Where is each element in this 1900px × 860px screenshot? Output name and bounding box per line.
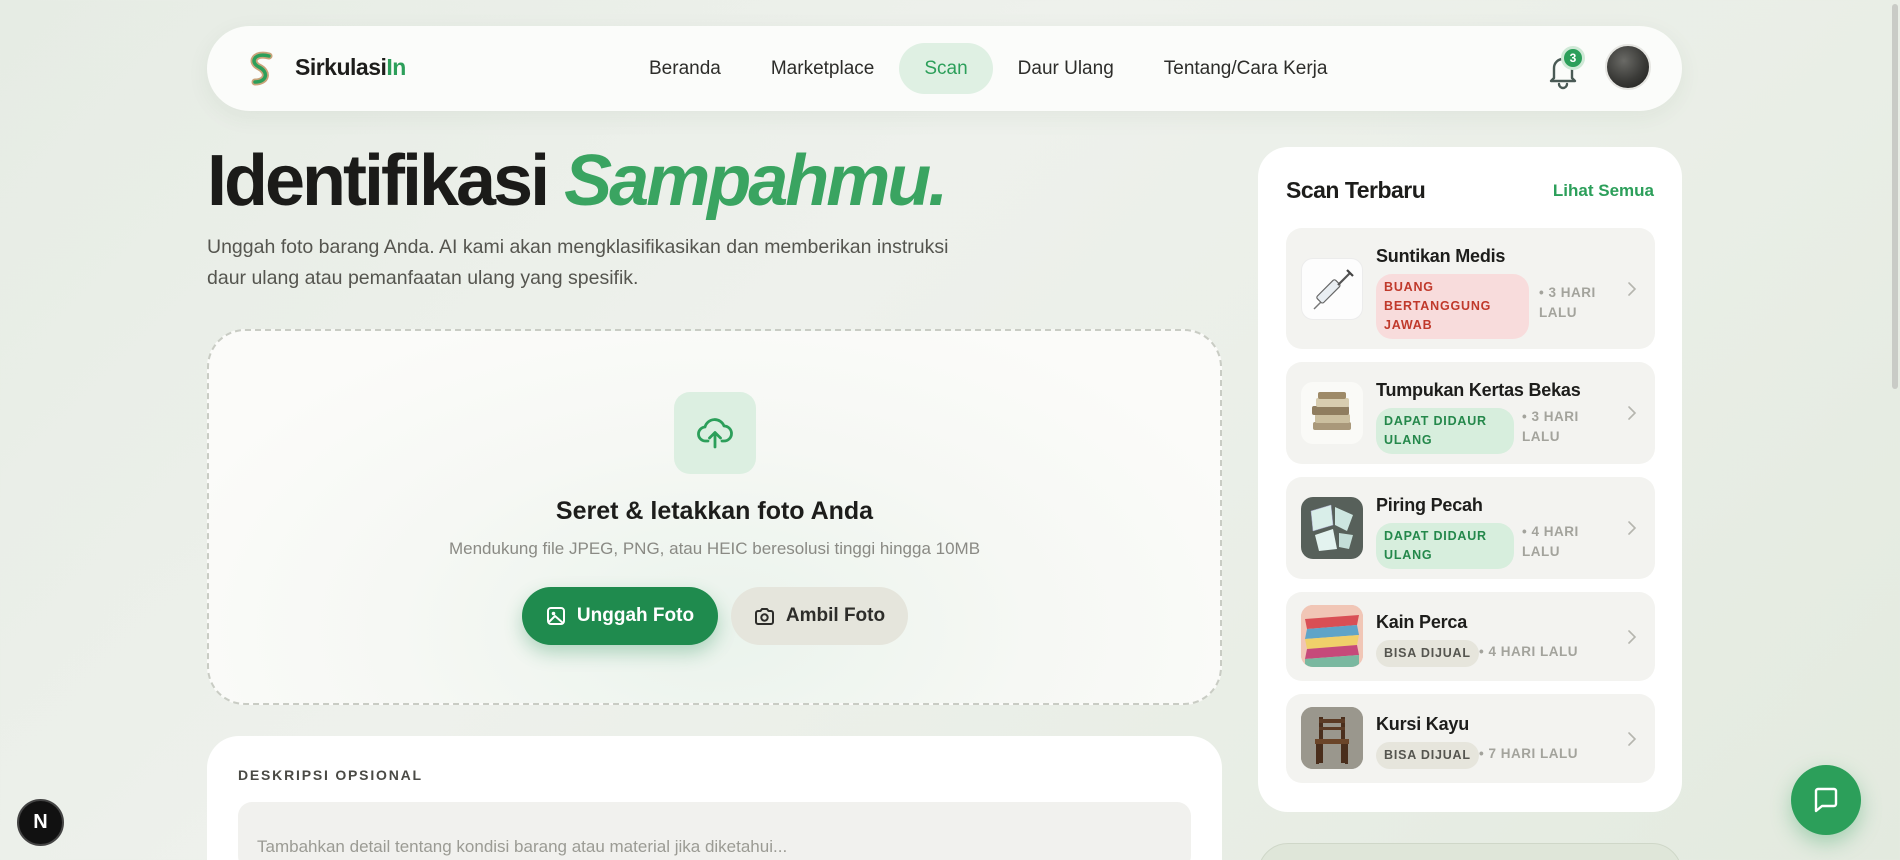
status-badge: BISA DIJUAL (1376, 742, 1479, 769)
recent-scans-panel: Scan Terbaru Lihat Semua Suntikan Medis … (1258, 147, 1682, 812)
upload-title: Seret & letakkan foto Anda (555, 497, 874, 525)
take-photo-label: Ambil Foto (785, 605, 886, 626)
chevron-right-icon (1628, 630, 1637, 644)
scan-item-time: • 4 HARI LALU (1479, 644, 1578, 659)
nav-item-daur-ulang[interactable]: Daur Ulang (993, 43, 1139, 94)
brand-name-accent: In (386, 54, 406, 80)
scan-item-name: Kursi Kayu (1376, 714, 1470, 734)
status-badge: BUANG BERTANGGUNG JAWAB (1376, 274, 1529, 339)
camera-icon (754, 607, 774, 625)
scan-item-name: Kain Perca (1376, 612, 1468, 632)
nav-links: Beranda Marketplace Scan Daur Ulang Tent… (624, 43, 1352, 94)
chevron-right-icon (1628, 732, 1637, 746)
scan-item-time: • 4 HARI LALU (1522, 524, 1579, 559)
chat-icon (1814, 787, 1838, 813)
upload-photo-label: Unggah Foto (576, 605, 695, 626)
page-title-accent: Sampahmu. (564, 141, 948, 221)
scan-item-time: • 3 HARI LALU (1539, 285, 1596, 320)
scan-item-time: • 7 HARI LALU (1479, 746, 1578, 761)
take-photo-button[interactable]: Ambil Foto (731, 587, 908, 645)
brand-name[interactable]: SirkulasiIn (295, 54, 406, 81)
cloud-upload-icon (674, 392, 756, 474)
broken-plate-thumbnail (1301, 497, 1363, 559)
page-title: Identifikasi Sampahmu. (207, 140, 948, 222)
scan-item-kain-perca[interactable]: Kain Perca BISA DIJUAL • 4 HARI LALU (1286, 592, 1655, 681)
page-subtitle: Unggah foto barang Anda. AI kami akan me… (207, 236, 949, 289)
recent-scans-title: Scan Terbaru (1286, 177, 1426, 203)
nav-item-marketplace[interactable]: Marketplace (746, 43, 900, 94)
scan-item-name: Tumpukan Kertas Bekas (1376, 380, 1581, 400)
dev-indicator-badge[interactable]: N (17, 799, 64, 846)
chevron-right-icon (1628, 406, 1637, 420)
logo-icon[interactable] (245, 50, 279, 88)
page-title-main: Identifikasi (207, 141, 550, 221)
status-badge: DAPAT DIDAUR ULANG (1376, 408, 1514, 454)
see-all-link[interactable]: Lihat Semua (1553, 181, 1654, 201)
status-badge: DAPAT DIDAUR ULANG (1376, 523, 1514, 569)
scan-item-suntikan-medis[interactable]: Suntikan Medis BUANG BERTANGGUNG JAWAB •… (1286, 228, 1655, 349)
scan-item-piring-pecah[interactable]: Piring Pecah DAPAT DIDAUR ULANG • 4 HARI… (1286, 477, 1655, 579)
brand-name-main: Sirkulasi (295, 54, 387, 80)
description-label: DESKRIPSI OPSIONAL (238, 767, 423, 783)
syringe-thumbnail (1301, 258, 1363, 320)
secondary-card (1258, 843, 1682, 860)
status-badge: BISA DIJUAL (1376, 640, 1479, 667)
chevron-right-icon (1628, 282, 1637, 296)
notification-badge: 3 (1561, 46, 1585, 70)
upload-hint: Mendukung file JPEG, PNG, atau HEIC bere… (448, 539, 981, 558)
page-scrollbar[interactable] (1892, 4, 1898, 389)
scan-item-kursi-kayu[interactable]: Kursi Kayu BISA DIJUAL • 7 HARI LALU (1286, 694, 1655, 783)
wooden-chair-thumbnail (1301, 707, 1363, 769)
scan-item-name: Piring Pecah (1376, 495, 1483, 515)
nav-item-tentang[interactable]: Tentang/Cara Kerja (1139, 43, 1353, 94)
image-icon (546, 607, 565, 625)
paper-stack-thumbnail (1301, 382, 1363, 444)
description-card: DESKRIPSI OPSIONAL (207, 736, 1222, 860)
upload-dropzone[interactable]: Seret & letakkan foto Anda Mendukung fil… (207, 329, 1222, 705)
upload-photo-button[interactable]: Unggah Foto (522, 587, 718, 645)
scan-item-name: Suntikan Medis (1376, 246, 1506, 266)
scan-item-time: • 3 HARI LALU (1522, 409, 1579, 444)
nav-item-scan[interactable]: Scan (899, 43, 993, 94)
fabric-scraps-thumbnail (1301, 605, 1363, 667)
chevron-right-icon (1628, 521, 1637, 535)
chat-button[interactable] (1791, 765, 1861, 835)
scan-item-tumpukan-kertas[interactable]: Tumpukan Kertas Bekas DAPAT DIDAUR ULANG… (1286, 362, 1655, 464)
nav-item-beranda[interactable]: Beranda (624, 43, 746, 94)
description-input[interactable] (238, 802, 1191, 860)
avatar[interactable] (1605, 44, 1651, 90)
top-navbar: SirkulasiIn Beranda Marketplace Scan Dau… (207, 26, 1682, 111)
